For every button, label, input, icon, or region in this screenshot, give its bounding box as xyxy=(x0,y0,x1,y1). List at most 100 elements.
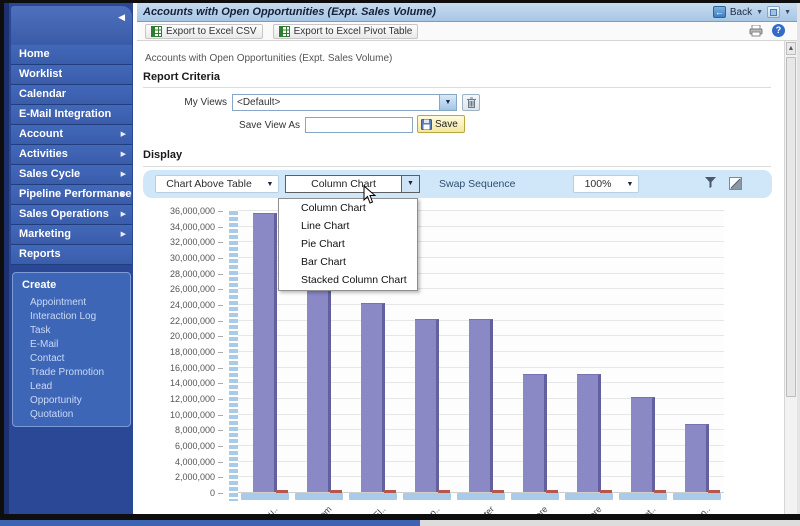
print-button[interactable] xyxy=(749,24,763,40)
export-pivot-label: Export to Excel Pivot Table xyxy=(293,25,413,37)
create-item-lead[interactable]: Lead xyxy=(13,380,130,394)
scrollbar-up-icon[interactable]: ▲ xyxy=(786,42,796,55)
chart-bar[interactable] xyxy=(469,318,493,492)
y-axis-tick-label: 30,000,000 xyxy=(170,253,223,263)
sidebar-item-label: Sales Operations xyxy=(19,208,109,220)
back-icon[interactable]: ← xyxy=(712,6,726,18)
forward-history-dropdown-icon[interactable]: ▼ xyxy=(784,9,791,16)
create-item-appointment[interactable]: Appointment xyxy=(13,296,130,310)
chart-bar[interactable] xyxy=(523,373,547,492)
y-axis-tick-label: 18,000,000 xyxy=(170,347,223,357)
chart-base-marker xyxy=(708,490,720,493)
chart-bar[interactable] xyxy=(253,212,277,492)
y-axis-tick-label: 2,000,000 xyxy=(175,472,223,482)
navigation-sidebar: ◀ Home Worklist Calendar E-Mail Integration… xyxy=(4,3,133,514)
x-axis-segment xyxy=(241,493,289,500)
printer-icon xyxy=(749,24,763,37)
export-to-excel-pivot-button[interactable]: Export to Excel Pivot Table xyxy=(272,23,419,39)
filter-button[interactable] xyxy=(705,177,716,191)
x-axis-segment xyxy=(673,493,721,500)
chart-type-dropdown-icon[interactable]: ▼ xyxy=(401,176,419,192)
zoom-select[interactable]: 100% ▼ xyxy=(573,175,639,193)
swap-sequence-button[interactable]: Swap Sequence xyxy=(439,178,515,190)
save-view-button[interactable]: Save xyxy=(417,115,465,133)
create-item-trade-promotion[interactable]: Trade Promotion xyxy=(13,366,130,380)
create-heading: Create xyxy=(22,279,57,291)
chart-column-slot: ..Store xyxy=(562,210,616,514)
page-titlebar: Accounts with Open Opportunities (Expt. … xyxy=(137,3,797,22)
menu-item-bar-chart[interactable]: Bar Chart xyxy=(279,253,417,271)
export-csv-label: Export to Excel CSV xyxy=(166,25,257,37)
delete-view-button[interactable] xyxy=(462,94,480,111)
sidebar-menu: Home Worklist Calendar E-Mail Integration Ac… xyxy=(11,45,132,265)
menu-item-stacked-column-chart[interactable]: Stacked Column Chart xyxy=(279,271,417,289)
menu-item-column-chart[interactable]: Column Chart xyxy=(279,199,417,217)
create-item-task[interactable]: Task xyxy=(13,324,130,338)
chart-bar[interactable] xyxy=(685,424,709,492)
chart-bar[interactable] xyxy=(577,373,601,492)
export-toolbar: Export to Excel CSV Export to Excel Pivo… xyxy=(137,22,797,41)
menu-item-line-chart[interactable]: Line Chart xyxy=(279,217,417,235)
report-subtitle: Accounts with Open Opportunities (Expt. … xyxy=(145,53,393,64)
y-axis-tick-label: 24,000,000 xyxy=(170,300,223,310)
mouse-cursor xyxy=(363,185,377,204)
my-views-select[interactable]: <Default> ▼ xyxy=(232,94,457,111)
menu-item-pie-chart[interactable]: Pie Chart xyxy=(279,235,417,253)
x-axis-label: ..Center xyxy=(466,504,496,514)
sidebar-item-worklist[interactable]: Worklist xyxy=(11,65,132,85)
sidebar-item-reports[interactable]: Reports xyxy=(11,245,132,265)
maximize-chart-button[interactable] xyxy=(729,177,742,193)
scrollbar-thumb[interactable] xyxy=(786,57,796,397)
sidebar-item-label: Marketing xyxy=(19,228,71,240)
create-item-e-mail[interactable]: E-Mail xyxy=(13,338,130,352)
sidebar-item-activities[interactable]: Activities ▶ xyxy=(11,145,132,165)
sidebar-item-pipeline-performance[interactable]: Pipeline Performance ▶ xyxy=(11,185,132,205)
sidebar-item-label: Worklist xyxy=(19,68,63,80)
create-items: Appointment Interaction Log Task E-Mail Cont… xyxy=(13,296,130,422)
application-window: ◀ Home Worklist Calendar E-Mail Integration… xyxy=(0,0,800,526)
x-axis-label: ..Store xyxy=(578,504,604,514)
my-views-dropdown-icon[interactable]: ▼ xyxy=(439,95,456,110)
chart-base-marker xyxy=(600,490,612,493)
y-axis-tick-label: 34,000,000 xyxy=(170,222,223,232)
sidebar-item-calendar[interactable]: Calendar xyxy=(11,85,132,105)
create-item-contact[interactable]: Contact xyxy=(13,352,130,366)
create-item-quotation[interactable]: Quotation xyxy=(13,408,130,422)
vertical-scrollbar[interactable]: ▲ xyxy=(784,41,797,514)
y-axis-line xyxy=(229,211,238,501)
forward-button[interactable] xyxy=(767,6,781,18)
sidebar-item-home[interactable]: Home xyxy=(11,45,132,65)
x-axis-label: ..n Int.. xyxy=(632,504,659,514)
x-axis-segment xyxy=(511,493,559,500)
sidebar-item-sales-cycle[interactable]: Sales Cycle ▶ xyxy=(11,165,132,185)
sidebar-item-marketing[interactable]: Marketing ▶ xyxy=(11,225,132,245)
chart-bar[interactable] xyxy=(361,303,385,492)
export-to-excel-csv-button[interactable]: Export to Excel CSV xyxy=(145,23,263,39)
save-view-as-input[interactable] xyxy=(305,117,413,133)
create-item-interaction-log[interactable]: Interaction Log xyxy=(13,310,130,324)
titlebar-controls: ← Back ▼ ▼ xyxy=(712,6,791,18)
help-button[interactable]: ? xyxy=(772,24,785,37)
y-axis-tick-label: 26,000,000 xyxy=(170,284,223,294)
trash-icon xyxy=(466,97,476,108)
chart-bar[interactable] xyxy=(415,318,439,492)
back-history-dropdown-icon[interactable]: ▼ xyxy=(756,9,763,16)
divider xyxy=(143,87,771,88)
sidebar-item-label: Pipeline Performance xyxy=(19,188,132,200)
sidebar-item-label: Sales Cycle xyxy=(19,168,81,180)
submenu-arrow-icon: ▶ xyxy=(120,131,126,138)
sidebar-item-sales-operations[interactable]: Sales Operations ▶ xyxy=(11,205,132,225)
x-axis-label: ..ohn.. xyxy=(687,504,712,514)
sidebar-item-account-management[interactable]: Account Management▶ xyxy=(11,125,132,159)
x-axis-label: ..b Com xyxy=(305,504,334,514)
chart-bar[interactable] xyxy=(631,397,655,492)
back-button[interactable]: Back xyxy=(730,7,752,18)
sidebar-item-e-mail-integration[interactable]: E-Mail Integration xyxy=(11,105,132,125)
x-axis-segment xyxy=(403,493,451,500)
collapse-sidebar-icon[interactable]: ◀ xyxy=(118,13,125,22)
chart-type-select[interactable]: Column Chart ▼ xyxy=(285,175,420,193)
chart-column-slot: ..Center xyxy=(454,210,508,514)
create-item-opportunity[interactable]: Opportunity xyxy=(13,394,130,408)
chart-bar[interactable] xyxy=(307,271,331,492)
layout-select[interactable]: Chart Above Table ▼ xyxy=(155,175,279,193)
